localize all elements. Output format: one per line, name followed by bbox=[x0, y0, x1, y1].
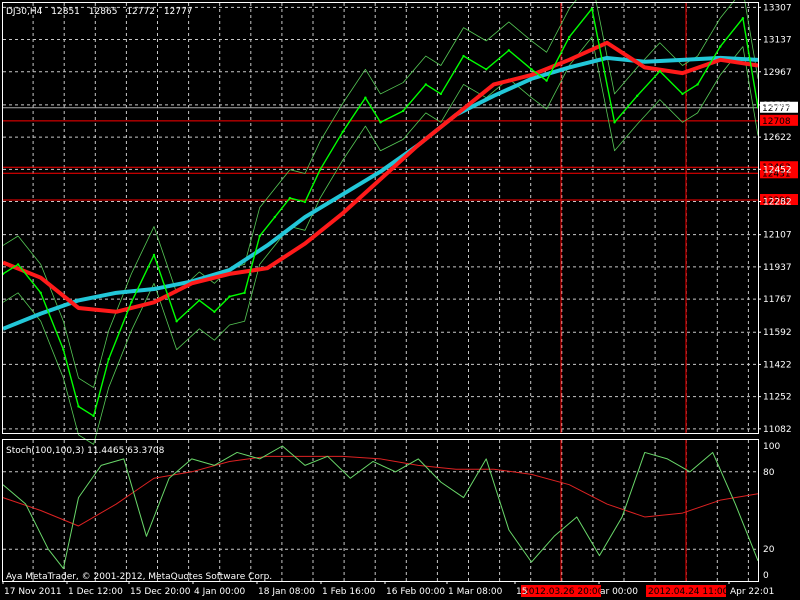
price-point-26 bbox=[485, 68, 488, 71]
time-tick-10: Apr 22:01 bbox=[730, 587, 774, 597]
price-point-34 bbox=[658, 69, 662, 73]
price-point-35 bbox=[681, 92, 684, 96]
time-tick-0: 17 Nov 2011 bbox=[4, 587, 62, 597]
price-point-32 bbox=[613, 121, 616, 124]
price-tick-6: 12282 bbox=[763, 198, 792, 208]
price-point-12 bbox=[228, 295, 231, 298]
price-point-17 bbox=[303, 200, 307, 204]
price-tick-2: 12967 bbox=[763, 68, 792, 78]
time-tick-9: ar 00:00 bbox=[600, 587, 638, 597]
chart-background bbox=[0, 0, 800, 600]
price-point-7 bbox=[130, 301, 133, 304]
price-point-19 bbox=[341, 130, 344, 134]
price-point-18 bbox=[318, 168, 322, 171]
price-point-27 bbox=[507, 49, 511, 52]
price-point-28 bbox=[530, 68, 533, 71]
price-point-33 bbox=[636, 94, 639, 98]
price-point-10 bbox=[198, 299, 201, 302]
price-point-22 bbox=[401, 109, 405, 113]
time-tick-7: 1 Mar 08:00 bbox=[448, 587, 503, 597]
price-tick-13: 11082 bbox=[763, 425, 792, 435]
time-tick-1: 1 Dec 12:00 bbox=[68, 587, 123, 597]
price-tick-9: 11767 bbox=[763, 295, 792, 305]
symbol-label: DJ30,H4 bbox=[6, 7, 43, 17]
low-value: 12772 bbox=[126, 7, 155, 17]
footer-copyright: Aya MetaTrader, © 2001-2012, MetaQuotes … bbox=[6, 572, 272, 582]
time-tick-8: 15 bbox=[516, 587, 527, 597]
price-chart[interactable]: 1270812463124311229012777 2012.03.26 20:… bbox=[0, 0, 800, 600]
price-point-8 bbox=[152, 253, 156, 257]
stoch-tick-0: 100 bbox=[763, 442, 780, 452]
price-tick-8: 11937 bbox=[763, 263, 792, 273]
stoch-tick-2: 20 bbox=[763, 545, 775, 555]
price-point-31 bbox=[590, 7, 594, 10]
time-tick-2: 15 Dec 20:00 bbox=[130, 587, 191, 597]
price-point-16 bbox=[288, 196, 292, 200]
price-point-15 bbox=[273, 215, 276, 219]
price-point-24 bbox=[439, 92, 443, 96]
price-point-20 bbox=[364, 96, 367, 99]
price-point-2 bbox=[39, 291, 42, 295]
close-value: 12777 bbox=[164, 7, 193, 17]
price-point-36 bbox=[696, 83, 699, 86]
chart-header: DJ30,H4 12851 12865 12772 12777 bbox=[6, 7, 192, 17]
price-point-25 bbox=[462, 54, 465, 58]
time-tick-4: 18 Jan 08:00 bbox=[258, 587, 315, 597]
price-point-37 bbox=[719, 45, 722, 48]
open-value: 12851 bbox=[51, 7, 80, 17]
price-tick-10: 11592 bbox=[763, 328, 792, 338]
time-tick-5: 1 Feb 16:00 bbox=[322, 587, 376, 597]
time-tick-6: 16 Feb 00:00 bbox=[386, 587, 445, 597]
price-point-1 bbox=[16, 263, 20, 266]
stoch-tick-3: 0 bbox=[763, 571, 769, 581]
stoch-label: Stoch(100,100,3) 11.4465 63.3708 bbox=[6, 446, 165, 456]
price-point-14 bbox=[258, 234, 261, 238]
price-tick-12: 11252 bbox=[763, 393, 792, 403]
time-tick-3: 4 Jan 00:00 bbox=[194, 587, 246, 597]
price-tick-4: 12622 bbox=[763, 133, 792, 143]
stoch-tick-1: 80 bbox=[763, 468, 775, 478]
price-tick-1: 13137 bbox=[763, 36, 792, 46]
price-point-6 bbox=[107, 357, 110, 361]
level-tag-0: 12708 bbox=[762, 117, 791, 127]
price-tick-11: 11422 bbox=[763, 360, 792, 370]
price-tick-3: 12792 bbox=[763, 101, 792, 111]
price-tick-7: 12107 bbox=[763, 231, 792, 241]
price-point-29 bbox=[545, 79, 548, 82]
price-point-30 bbox=[568, 35, 571, 39]
high-value: 12865 bbox=[89, 7, 118, 17]
price-point-5 bbox=[92, 414, 95, 418]
price-tick-0: 13307 bbox=[763, 3, 792, 13]
price-point-13 bbox=[243, 291, 246, 295]
price-point-23 bbox=[424, 83, 427, 86]
price-point-38 bbox=[741, 16, 745, 20]
price-point-9 bbox=[175, 320, 178, 323]
price-point-3 bbox=[62, 348, 65, 351]
price-point-21 bbox=[379, 121, 382, 124]
vmarker-tag-1: 2012.04.24 11:00 bbox=[648, 587, 729, 597]
price-point-11 bbox=[213, 310, 216, 313]
price-tick-5: 12452 bbox=[763, 165, 792, 175]
vmarker-tag-0: 2012.03.26 20:00 bbox=[523, 587, 604, 597]
price-point-4 bbox=[77, 405, 80, 408]
